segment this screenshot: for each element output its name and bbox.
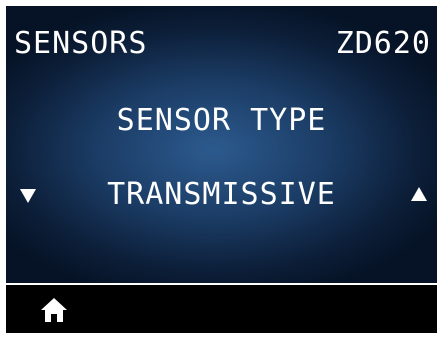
menu-title: SENSORS [14, 26, 148, 61]
setting-label: SENSOR TYPE [116, 103, 327, 138]
printer-display: SENSORS ZD620 SENSOR TYPE TRANSMISSIVE [6, 6, 437, 333]
home-icon[interactable] [40, 297, 68, 323]
footer-bar [6, 285, 437, 333]
up-arrow-icon[interactable] [409, 183, 429, 207]
setting-value: TRANSMISSIVE [107, 177, 336, 212]
menu-header: SENSORS ZD620 [6, 6, 437, 86]
printer-display-frame: SENSORS ZD620 SENSOR TYPE TRANSMISSIVE [0, 0, 443, 339]
printer-model: ZD620 [335, 26, 431, 61]
menu-panel: SENSORS ZD620 SENSOR TYPE TRANSMISSIVE [6, 6, 437, 283]
